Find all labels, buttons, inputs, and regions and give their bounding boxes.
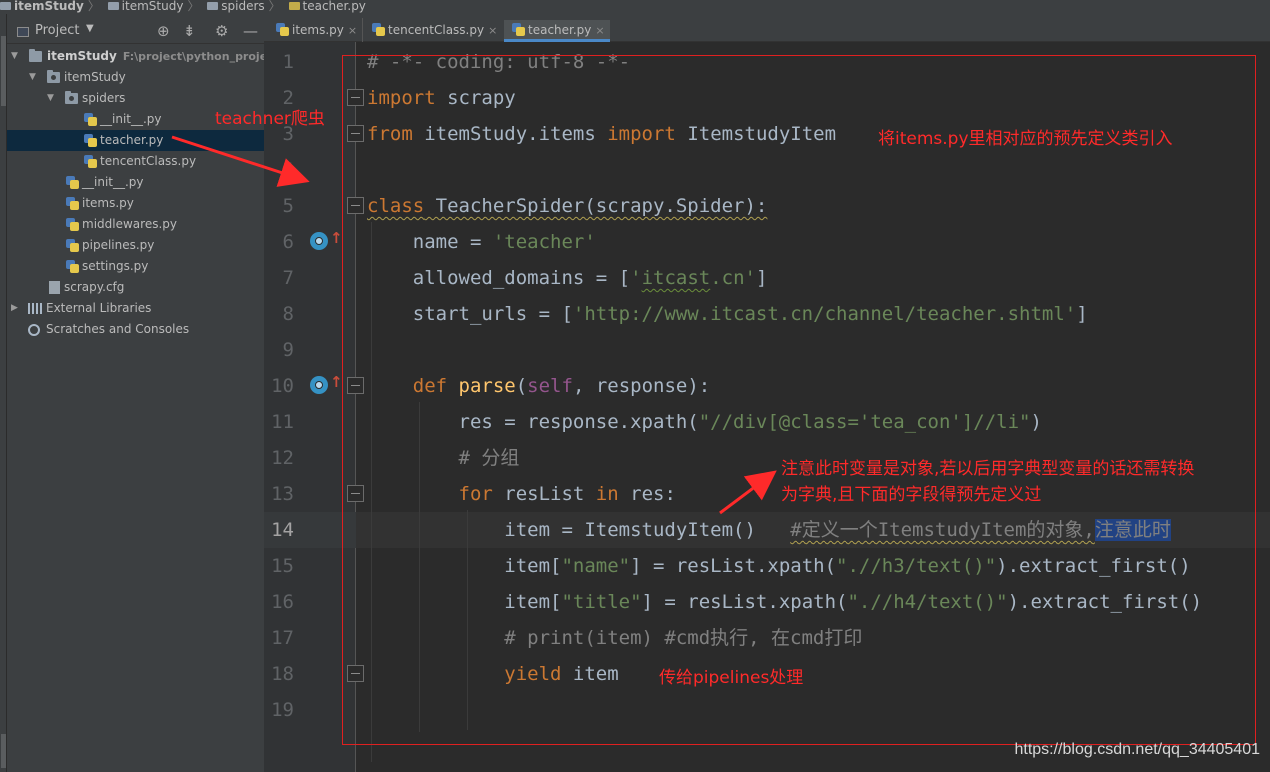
watermark: https://blog.csdn.net/qq_34405401: [1014, 741, 1260, 758]
annotation-import-note: 将items.py里相对应的预先定义类引入: [878, 129, 1173, 149]
annotation-spider-note: teachner爬虫: [215, 109, 325, 129]
annotation-object-note-line2: 为字典,且下面的字段得预先定义过: [781, 485, 1042, 505]
annotation-arrows: [171, 135, 777, 515]
annotation-object-note-line1: 注意此时变量是对象,若以后用字典型变量的话还需转换: [781, 459, 1195, 479]
annotation-arrow: [719, 470, 777, 515]
annotation-arrow: [171, 135, 310, 187]
annotation-yield-note: 传给pipelines处理: [659, 668, 804, 688]
